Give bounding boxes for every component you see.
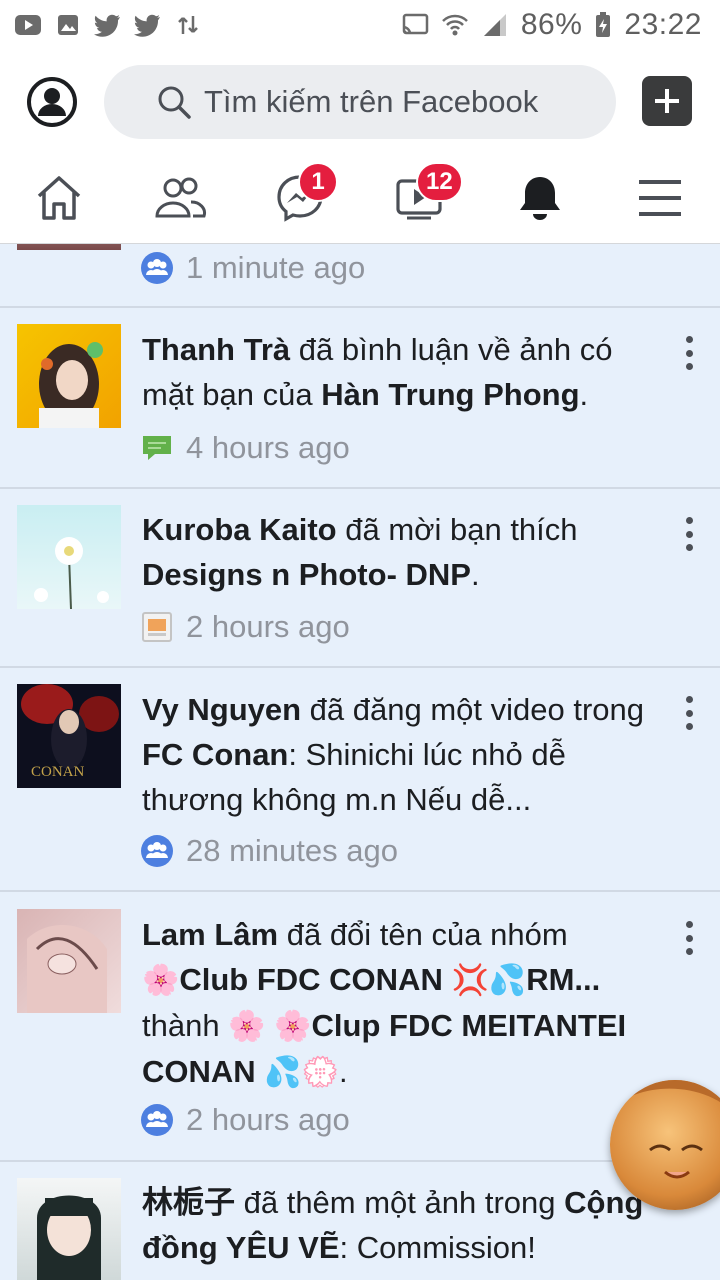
- group-icon: [140, 251, 174, 285]
- notification-thumbnail: [17, 505, 121, 609]
- notification-item[interactable]: Thanh Trà đã bình luận về ảnh có mặt bạn…: [0, 308, 720, 489]
- header: Tìm kiếm trên Facebook: [0, 50, 720, 154]
- notification-time: 1 minute ago: [186, 250, 366, 285]
- more-options-icon[interactable]: [682, 921, 696, 955]
- create-post-button[interactable]: [642, 76, 692, 126]
- notification-target[interactable]: FC Conan: [142, 737, 288, 772]
- wifi-icon: [441, 12, 469, 38]
- search-placeholder: Tìm kiếm trên Facebook: [204, 84, 539, 119]
- notification-time: 2 hours ago: [186, 1102, 350, 1137]
- nav-friends[interactable]: [150, 168, 210, 228]
- notification-thumbnail: [17, 324, 121, 428]
- notification-thumbnail: CONAN: [17, 684, 121, 788]
- notification-text: Lam Lâm đã đổi tên của nhóm 🌸Club FDC CO…: [142, 917, 627, 1089]
- notification-text: Kuroba Kaito đã mời bạn thích Designs n …: [142, 512, 578, 592]
- notification-item[interactable]: 1 minute ago: [0, 244, 720, 308]
- notification-item[interactable]: Lam Lâm đã đổi tên của nhóm 🌸Club FDC CO…: [0, 892, 720, 1162]
- notification-target[interactable]: Hàn Trung Phong: [321, 377, 579, 412]
- page-icon: [140, 610, 174, 644]
- notification-text: 林栀子 đã thêm một ảnh trong Cộng đồng YÊU …: [142, 1185, 644, 1265]
- friends-icon: [155, 177, 206, 218]
- battery-percent: 86%: [520, 8, 583, 41]
- menu-icon: [639, 180, 681, 216]
- status-bar: 86% 23:22: [0, 0, 720, 50]
- nav-menu[interactable]: [630, 168, 690, 228]
- watch-badge: 12: [416, 162, 463, 202]
- data-transfer-icon: [174, 12, 202, 38]
- notification-meta: 2 hours ago: [140, 1102, 350, 1138]
- status-right-icons: 86% 23:22: [401, 8, 702, 42]
- notification-time: 4 hours ago: [186, 430, 350, 465]
- notification-time: 28 minutes ago: [186, 833, 398, 868]
- svg-text:CONAN: CONAN: [31, 764, 85, 780]
- plus-icon: [655, 89, 679, 113]
- cherry-blossom-icon: 🌸: [142, 964, 180, 997]
- notification-meta: 2 hours ago: [140, 609, 350, 645]
- notification-actor[interactable]: Kuroba Kaito: [142, 512, 337, 547]
- clock: 23:22: [624, 8, 702, 41]
- group-icon: [140, 834, 174, 868]
- nav-bar: 1 12: [0, 154, 720, 244]
- notification-actor[interactable]: Vy Nguyen: [142, 692, 301, 727]
- nav-home[interactable]: [29, 168, 89, 228]
- notification-actor[interactable]: Lam Lâm: [142, 917, 278, 952]
- anger-icon: 💢: [451, 964, 489, 997]
- group-icon: [140, 1103, 174, 1137]
- old-group-name[interactable]: Club FDC CONAN: [179, 962, 442, 997]
- search-icon: [156, 84, 192, 120]
- notification-thumbnail: [17, 1178, 121, 1280]
- more-options-icon[interactable]: [682, 336, 696, 370]
- signal-icon: [481, 12, 509, 38]
- notification-text: Thanh Trà đã bình luận về ảnh có mặt bạn…: [142, 332, 613, 412]
- sweat-drops-icon: 💦: [264, 1056, 302, 1089]
- notification-meta: 4 hours ago: [140, 430, 350, 466]
- status-left-icons: [14, 12, 202, 38]
- notification-item[interactable]: Kuroba Kaito đã mời bạn thích Designs n …: [0, 489, 720, 668]
- notification-target[interactable]: Designs n Photo- DNP: [142, 557, 471, 592]
- notification-meta: 28 minutes ago: [140, 833, 398, 869]
- more-options-icon[interactable]: [682, 696, 696, 730]
- notification-time: 2 hours ago: [186, 609, 350, 644]
- twitter-icon: [94, 12, 122, 38]
- notification-text: Vy Nguyen đã đăng một video trong FC Con…: [142, 692, 645, 817]
- cast-icon: [401, 12, 429, 38]
- messenger-badge: 1: [298, 162, 338, 202]
- search-bar[interactable]: Tìm kiếm trên Facebook: [104, 65, 616, 139]
- twitter-icon: [134, 12, 162, 38]
- notification-item[interactable]: CONAN Vy Nguyen đã đăng một video trong …: [0, 668, 720, 892]
- white-flower-icon: 💮: [301, 1056, 340, 1089]
- notification-meta: 1 minute ago: [140, 250, 365, 286]
- nav-watch[interactable]: 12: [390, 162, 463, 228]
- cherry-blossom-icon: 🌸: [228, 1010, 266, 1043]
- nav-messenger[interactable]: 1: [270, 162, 338, 228]
- notification-thumbnail: [17, 909, 121, 1013]
- nav-notifications[interactable]: [510, 168, 570, 228]
- gallery-icon: [54, 12, 82, 38]
- sweat-drops-icon: 💦: [488, 964, 527, 997]
- notification-actor[interactable]: Thanh Trà: [142, 332, 290, 367]
- more-options-icon[interactable]: [682, 517, 696, 551]
- youtube-icon: [14, 12, 42, 38]
- cherry-blossom-icon: 🌸: [274, 1010, 312, 1043]
- notification-item[interactable]: 林栀子 đã thêm một ảnh trong Cộng đồng YÊU …: [0, 1162, 720, 1280]
- notification-thumbnail: [17, 244, 121, 250]
- battery-charging-icon: [594, 12, 612, 38]
- comment-icon: [140, 431, 174, 465]
- home-icon: [37, 176, 81, 220]
- profile-icon[interactable]: [26, 76, 78, 128]
- bell-icon: [520, 177, 560, 220]
- notification-actor[interactable]: 林栀子: [142, 1185, 235, 1220]
